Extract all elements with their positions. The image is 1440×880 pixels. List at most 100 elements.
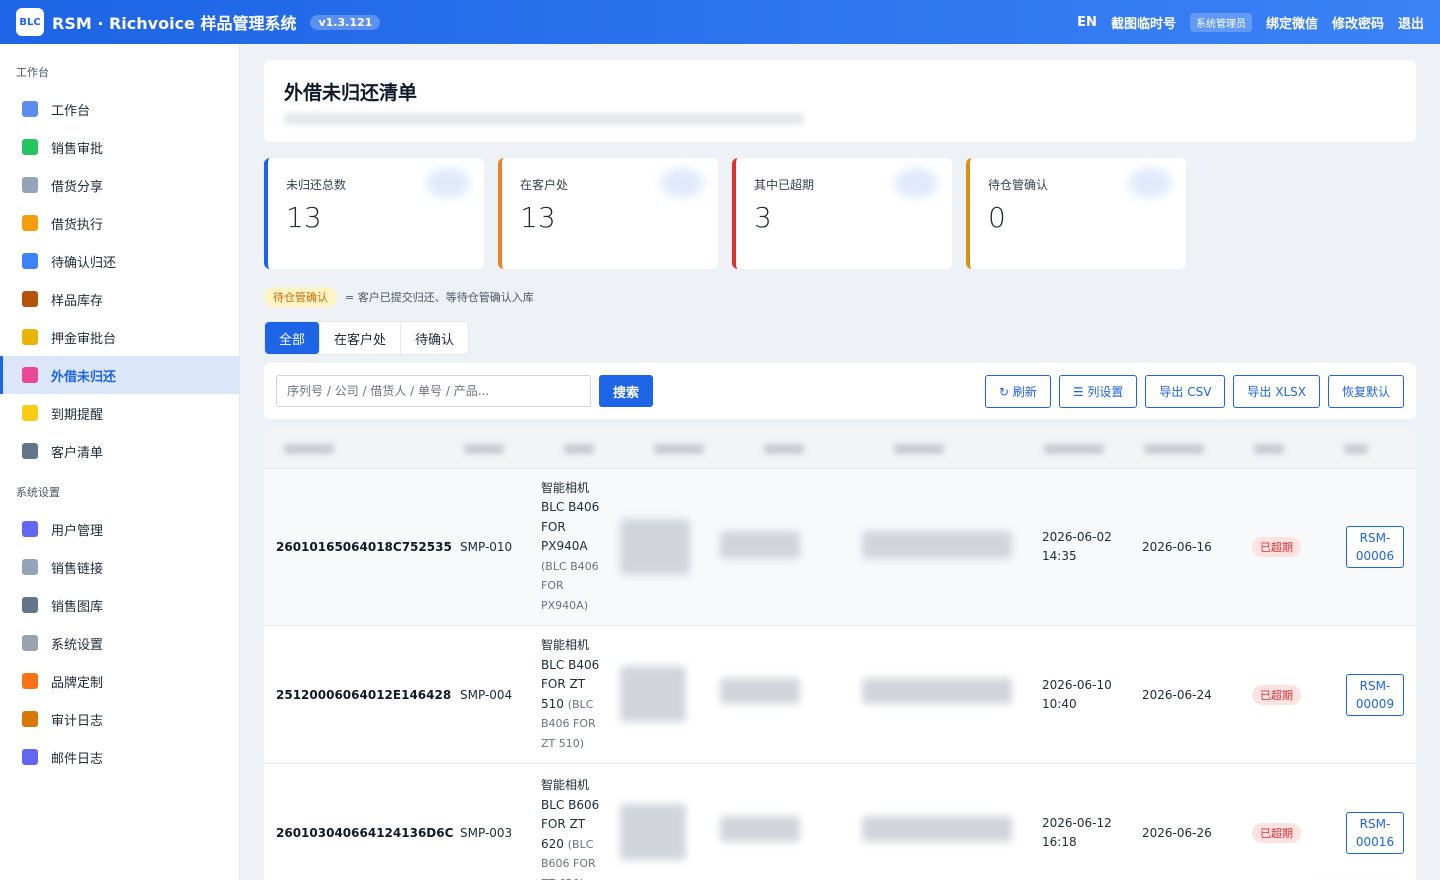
tab-at-customer[interactable]: 在客户处 xyxy=(320,322,402,354)
order-link-button[interactable]: RSM- 00009 xyxy=(1346,673,1404,716)
sidebar-item-3[interactable]: 借货执行 xyxy=(0,204,239,242)
stat-card-overdue: 其中已超期 3 xyxy=(732,158,952,269)
logout-link[interactable]: 退出 xyxy=(1398,13,1424,32)
sidebar-item-1[interactable]: 销售审批 xyxy=(0,128,239,166)
sidebar-item-6[interactable]: 押金审批台 xyxy=(0,318,239,356)
sku-cell: SMP-004 xyxy=(460,687,513,702)
scroll-icon xyxy=(22,711,38,727)
page-title: 外借未归还清单 xyxy=(284,82,418,104)
sidebar-item-9[interactable]: 客户清单 xyxy=(0,432,239,470)
loan-table: 26010165064018C752535 SMP-010 智能相机 BLC B… xyxy=(264,429,1416,880)
sidebar-item-12[interactable]: 销售图库 xyxy=(0,586,239,624)
top-actions: EN 截图临时号 系统管理员 绑定微信 修改密码 退出 xyxy=(1077,12,1424,32)
header-blur xyxy=(654,443,704,454)
table-row[interactable]: 26010165064018C752535 SMP-010 智能相机 BLC B… xyxy=(264,469,1416,626)
bind-wechat-link[interactable]: 绑定微信 xyxy=(1266,13,1318,32)
toolbar: 搜索 ↻ 刷新 ☰ 列设置 导出 CSV 导出 XLSX 恢复默认 xyxy=(264,363,1416,419)
filter-tabs: 全部 在客户处 待确认 xyxy=(264,321,470,355)
serial-cell: 260103040664124136D6C xyxy=(276,825,454,840)
tab-pending[interactable]: 待确认 xyxy=(401,322,468,354)
sidebar-item-label: 样品库存 xyxy=(51,293,104,309)
search-button[interactable]: 搜索 xyxy=(599,375,654,407)
sidebar-item-7[interactable]: 外借未归还 xyxy=(0,356,239,394)
gear-icon xyxy=(22,635,38,651)
main-content: 外借未归还清单 未归还总数 13 在客户处 13 其中已超期 3 待仓管确认 0… xyxy=(240,44,1440,880)
change-password-link[interactable]: 修改密码 xyxy=(1332,13,1384,32)
table-row[interactable]: 25120006064012E146428 SMP-004 智能相机 BLC B… xyxy=(264,626,1416,764)
product-cell: 智能相机 BLC B406 FOR PX940A (BLC B406 FOR P… xyxy=(541,479,603,616)
reset-default-button[interactable]: 恢复默认 xyxy=(1327,374,1404,408)
sidebar-item-label: 审计日志 xyxy=(51,713,104,729)
screenshot-code[interactable]: 截图临时号 xyxy=(1111,13,1176,32)
sidebar-section-workbench: 工作台 xyxy=(16,66,49,79)
toolbar-actions: ↻ 刷新 ☰ 列设置 导出 CSV 导出 XLSX 恢复默认 xyxy=(984,374,1404,408)
users-icon xyxy=(22,521,38,537)
order-link-button[interactable]: RSM- 00016 xyxy=(1346,811,1404,854)
sidebar-item-11[interactable]: 销售链接 xyxy=(0,548,239,586)
header-blur xyxy=(1044,443,1104,454)
tab-all[interactable]: 全部 xyxy=(265,322,321,354)
language-toggle[interactable]: EN xyxy=(1077,15,1097,30)
box-icon xyxy=(22,291,38,307)
top-bar: BLC RSM · Richvoice 样品管理系统 v1.3.121 EN 截… xyxy=(0,0,1440,44)
sidebar-item-label: 借货分享 xyxy=(51,179,104,195)
company-redacted xyxy=(620,804,686,860)
table-row[interactable]: 260103040664124136D6C SMP-003 智能相机 BLC B… xyxy=(264,764,1416,880)
contact-redacted xyxy=(862,531,1012,559)
app-title: RSM · Richvoice 样品管理系统 xyxy=(52,14,297,33)
borrow-date-cell: 2026-06-02 14:35 xyxy=(1042,528,1112,566)
refresh-button[interactable]: ↻ 刷新 xyxy=(984,374,1051,408)
outbox-icon xyxy=(22,367,38,383)
overdue-badge: 已超期 xyxy=(1252,822,1301,843)
sidebar-item-16[interactable]: 邮件日志 xyxy=(0,738,239,776)
sidebar-item-label: 销售审批 xyxy=(51,141,104,157)
contact-redacted xyxy=(862,678,1012,704)
sidebar-item-label: 押金审批台 xyxy=(51,331,117,347)
header-blur xyxy=(564,443,594,454)
sidebar-item-5[interactable]: 样品库存 xyxy=(0,280,239,318)
export-csv-button[interactable]: 导出 CSV xyxy=(1145,374,1226,408)
sidebar-item-label: 销售图库 xyxy=(51,599,104,615)
borrow-date: 2026-06-10 xyxy=(1042,677,1112,692)
version-badge: v1.3.121 xyxy=(310,14,381,30)
sidebar-item-14[interactable]: 品牌定制 xyxy=(0,662,239,700)
stat-deco-icon xyxy=(894,168,938,198)
gallery-icon xyxy=(22,597,38,613)
overdue-badge: 已超期 xyxy=(1252,684,1301,705)
sidebar-item-0[interactable]: 工作台 xyxy=(0,90,239,128)
sidebar-item-10[interactable]: 用户管理 xyxy=(0,510,239,548)
serial-cell: 26010165064018C752535 xyxy=(276,540,452,554)
sidebar-item-label: 外借未归还 xyxy=(51,369,117,385)
header-blur xyxy=(464,443,504,454)
link-icon xyxy=(22,177,38,193)
stat-card-at-customer: 在客户处 13 xyxy=(498,158,718,269)
stat-deco-icon xyxy=(1128,168,1172,198)
column-settings-button[interactable]: ☰ 列设置 xyxy=(1058,374,1138,408)
return-icon xyxy=(22,253,38,269)
check-icon xyxy=(22,139,38,155)
company-redacted xyxy=(620,519,690,575)
sidebar-item-13[interactable]: 系统设置 xyxy=(0,624,239,662)
serial-cell: 25120006064012E146428 xyxy=(276,687,452,702)
borrow-date-cell: 2026-06-12 16:18 xyxy=(1042,814,1112,852)
stat-deco-icon xyxy=(426,168,470,198)
page-description-redacted xyxy=(284,113,804,125)
export-xlsx-button[interactable]: 导出 XLSX xyxy=(1233,374,1320,408)
order-prefix: RSM- xyxy=(1359,816,1391,831)
sidebar-item-2[interactable]: 借货分享 xyxy=(0,166,239,204)
sidebar-item-label: 用户管理 xyxy=(51,523,104,539)
borrow-time: 14:35 xyxy=(1042,549,1077,563)
stat-value: 13 xyxy=(286,201,322,234)
sidebar-item-8[interactable]: 到期提醒 xyxy=(0,394,239,432)
due-date-cell: 2026-06-26 xyxy=(1142,825,1212,840)
order-link-button[interactable]: RSM- 00006 xyxy=(1346,526,1404,568)
header-blur xyxy=(1344,443,1368,454)
pending-confirm-pill: 待仓管确认 xyxy=(264,287,337,307)
sidebar-item-15[interactable]: 审计日志 xyxy=(0,700,239,738)
sidebar-item-4[interactable]: 待确认归还 xyxy=(0,242,239,280)
legend-text: = 客户已提交归还、等待仓管确认入库 xyxy=(345,291,534,304)
search-input[interactable] xyxy=(276,375,591,407)
stats-row: 未归还总数 13 在客户处 13 其中已超期 3 待仓管确认 0 xyxy=(264,158,1416,269)
borrower-redacted xyxy=(720,816,800,842)
product-cell: 智能相机 BLC B406 FOR ZT 510 (BLC B406 FOR Z… xyxy=(541,636,603,753)
